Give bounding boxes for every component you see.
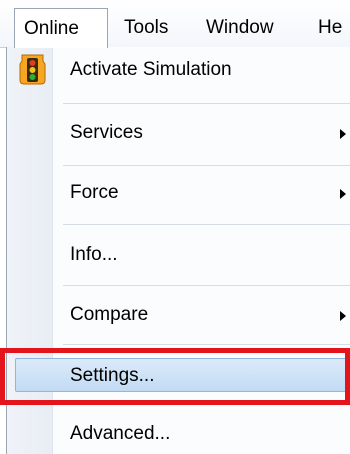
menu-tools-label: Tools bbox=[124, 17, 169, 38]
menu-item-advanced[interactable]: Advanced... bbox=[7, 411, 350, 454]
menu-separator bbox=[63, 285, 350, 286]
menu-item-activate-simulation[interactable]: Activate Simulation bbox=[7, 47, 350, 93]
menu-item-hover-highlight bbox=[15, 358, 349, 392]
menu-item-label: Advanced... bbox=[70, 423, 171, 444]
menu-separator bbox=[63, 224, 350, 225]
menu-item-services[interactable]: Services bbox=[7, 110, 350, 156]
menu-help[interactable]: He bbox=[318, 8, 342, 48]
menu-help-label: He bbox=[318, 17, 343, 38]
menu-item-label: Settings... bbox=[70, 365, 155, 386]
menu-separator bbox=[63, 103, 350, 104]
submenu-arrow-icon bbox=[340, 189, 346, 199]
menu-item-label: Info... bbox=[70, 244, 118, 265]
menu-tools[interactable]: Tools bbox=[124, 8, 168, 48]
menu-item-label: Services bbox=[70, 122, 143, 143]
menu-item-force[interactable]: Force bbox=[7, 170, 350, 216]
menu-separator bbox=[63, 165, 350, 166]
traffic-light-icon bbox=[19, 54, 46, 85]
menu-online[interactable]: Online bbox=[14, 8, 108, 48]
submenu-arrow-icon bbox=[340, 129, 346, 139]
menu-item-label: Compare bbox=[70, 304, 149, 325]
menu-item-settings[interactable]: Settings... bbox=[7, 353, 350, 399]
menu-window[interactable]: Window bbox=[206, 8, 274, 48]
menu-bar: Online Tools Window He bbox=[0, 0, 350, 48]
menu-online-label: Online bbox=[24, 18, 79, 39]
menu-item-info[interactable]: Info... bbox=[7, 232, 350, 278]
menu-item-label: Force bbox=[70, 182, 119, 203]
menu-window-label: Window bbox=[206, 17, 274, 38]
menu-item-label: Activate Simulation bbox=[70, 59, 232, 80]
online-dropdown-menu: Activate Simulation Services Force Info.… bbox=[6, 47, 350, 454]
menu-separator bbox=[63, 344, 350, 345]
submenu-arrow-icon bbox=[340, 311, 346, 321]
menu-item-compare[interactable]: Compare bbox=[7, 292, 350, 338]
